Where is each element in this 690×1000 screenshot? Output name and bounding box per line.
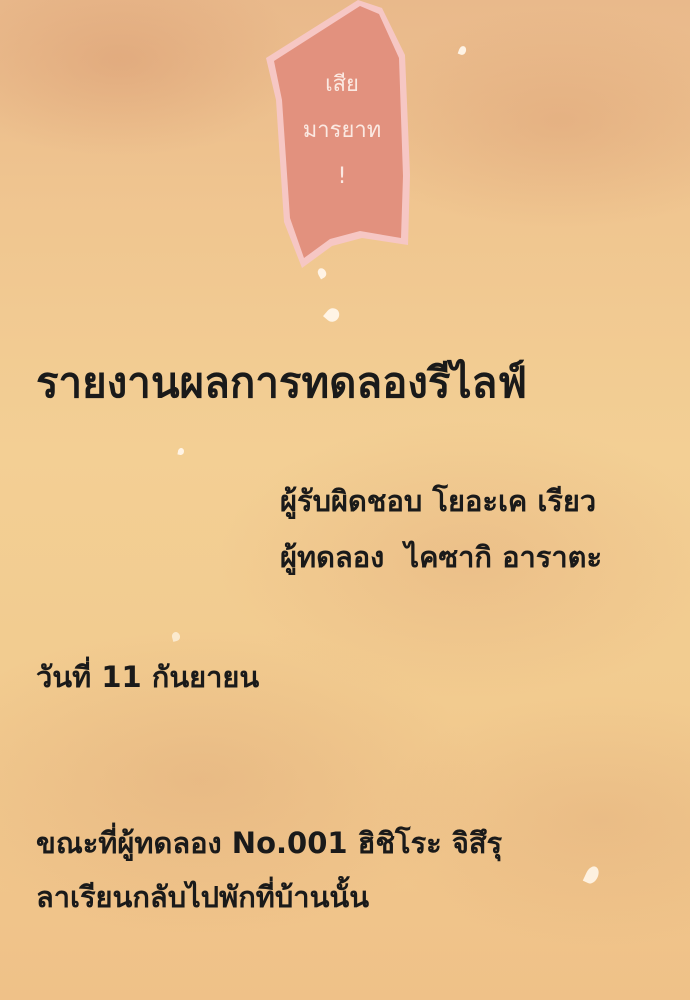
report-title: รายงานผลการทดลองรีไลฟ์	[36, 358, 528, 407]
speech-line-2: มารยาท	[302, 118, 382, 143]
petal-decoration	[170, 631, 182, 642]
petal-decoration	[457, 45, 468, 56]
speech-line-1: เสีย	[325, 72, 359, 97]
speech-line-3: !	[337, 164, 347, 189]
narration-line-2: ลาเรียนกลับไปพักที่บ้านนั้น	[36, 880, 370, 914]
report-date: วันที่ 11 กันยายน	[36, 660, 260, 694]
comic-panel: เสีย มารยาท ! รายงานผลการทดลองรีไลฟ์ ผู้…	[0, 0, 690, 1000]
petal-decoration	[323, 305, 342, 325]
petal-decoration	[582, 864, 602, 886]
narration-line-1: ขณะที่ผู้ทดลอง No.001 ฮิชิโระ จิสึรุ	[36, 826, 503, 860]
responsible-credit: ผู้รับผิดชอบ โยอะเค เรียว	[280, 484, 597, 518]
tester-credit: ผู้ทดลอง ไคซากิ อาราตะ	[280, 540, 603, 574]
petal-decoration	[177, 447, 185, 456]
speech-bubble-text: เสีย มารยาท !	[282, 62, 402, 200]
